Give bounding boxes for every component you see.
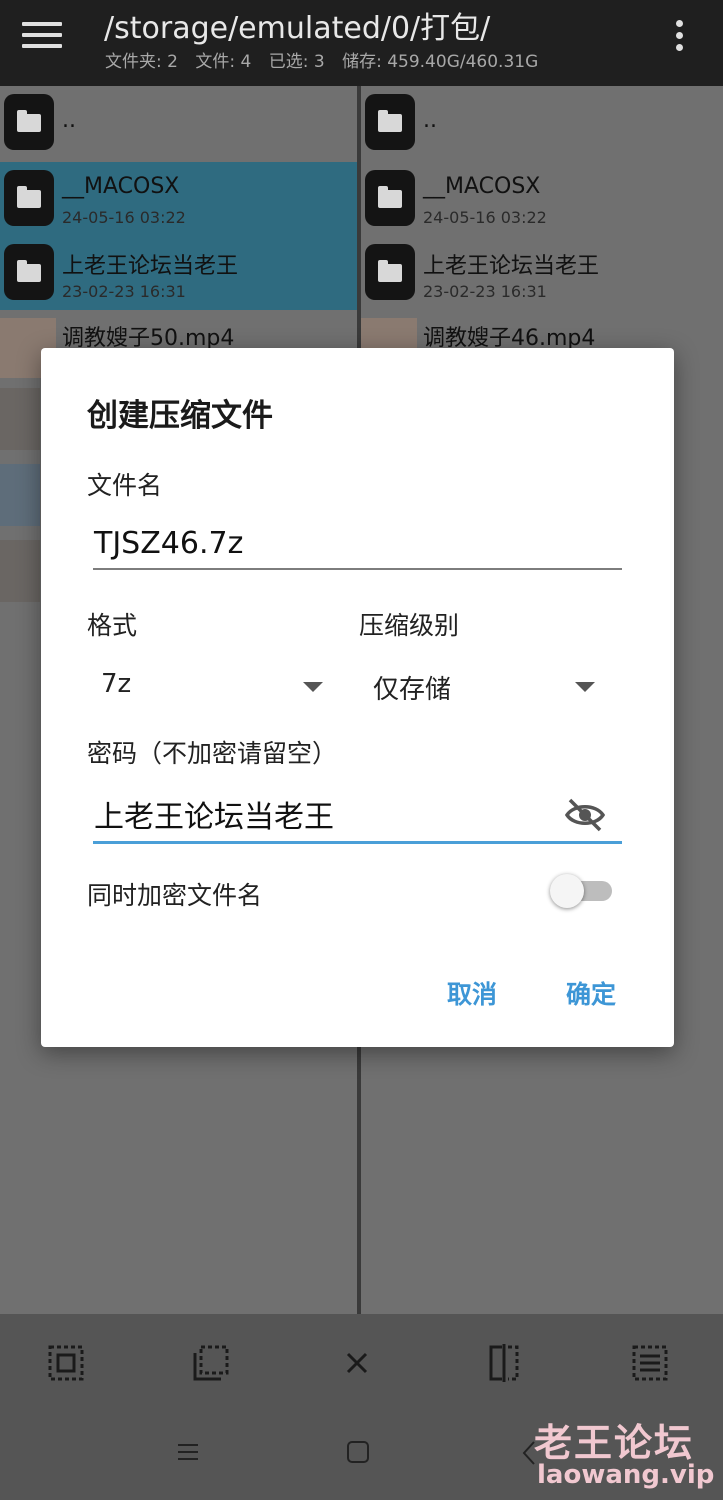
cancel-button[interactable]: 取消	[447, 975, 497, 1011]
folder-icon	[365, 244, 415, 300]
item-name: 上老王论坛当老王	[423, 254, 600, 279]
encrypt-filenames-label: 同时加密文件名	[87, 881, 263, 910]
visibility-off-icon[interactable]	[564, 795, 606, 835]
item-date: 23-02-23 16:31	[423, 282, 547, 301]
chevron-down-icon	[303, 682, 323, 692]
select-list-icon[interactable]	[631, 1344, 669, 1382]
video-thumbnail	[0, 388, 40, 450]
bottom-toolbar	[0, 1314, 723, 1410]
item-name: ..	[62, 108, 76, 133]
invert-selection-icon[interactable]	[485, 1344, 523, 1382]
list-item-parent[interactable]: ..	[361, 86, 723, 160]
folder-icon	[365, 170, 415, 226]
more-options-icon[interactable]	[671, 20, 687, 54]
password-label: 密码（不加密请留空）	[87, 739, 338, 768]
compression-level-dropdown[interactable]: 仅存储	[359, 660, 609, 710]
file-count: 文件: 4	[195, 52, 252, 72]
chevron-down-icon	[575, 682, 595, 692]
item-name: __MACOSX	[62, 174, 180, 199]
folder-icon	[4, 94, 54, 150]
recents-icon[interactable]	[176, 1440, 200, 1471]
list-item[interactable]: __MACOSX 24-05-16 03:22	[0, 162, 357, 236]
folder-icon	[4, 244, 54, 300]
storage-info: 文件夹: 2 文件: 4 已选: 3 储存: 459.40G/460.31G	[105, 47, 550, 72]
item-date: 24-05-16 03:22	[423, 208, 547, 227]
watermark-title: 老王论坛	[534, 1421, 695, 1465]
current-path[interactable]: /storage/emulated/0/打包/	[104, 3, 490, 47]
selected-count: 已选: 3	[268, 52, 325, 72]
format-value: 7z	[101, 669, 132, 699]
filename-label: 文件名	[87, 471, 163, 500]
close-icon[interactable]	[338, 1344, 376, 1382]
format-label: 格式	[87, 611, 138, 640]
list-item[interactable]: 上老王论坛当老王 23-02-23 16:31	[361, 236, 723, 310]
folder-count: 文件夹: 2	[105, 52, 178, 72]
encrypt-filenames-toggle[interactable]	[550, 874, 612, 910]
ok-button[interactable]: 确定	[566, 975, 616, 1011]
select-all-icon[interactable]	[47, 1344, 85, 1382]
list-item-parent[interactable]: ..	[0, 86, 357, 160]
format-dropdown[interactable]: 7z	[87, 660, 337, 710]
create-archive-dialog: 创建压缩文件 文件名 TJSZ46.7z 格式 压缩级别 7z 仅存储 密码（不…	[41, 348, 674, 1047]
item-name: 上老王论坛当老王	[62, 254, 239, 279]
folder-icon	[4, 170, 54, 226]
menu-icon[interactable]	[22, 22, 62, 52]
item-name: ..	[423, 108, 437, 133]
select-range-icon[interactable]	[192, 1344, 230, 1382]
storage-usage: 储存: 459.40G/460.31G	[342, 52, 539, 72]
item-date: 23-02-23 16:31	[62, 282, 186, 301]
home-icon[interactable]	[346, 1440, 370, 1471]
folder-icon	[365, 94, 415, 150]
app-bar: /storage/emulated/0/打包/ 文件夹: 2 文件: 4 已选:…	[0, 0, 723, 86]
watermark-url: laowang.vip	[537, 1460, 715, 1490]
password-field[interactable]: 上老王论坛当老王	[93, 792, 622, 844]
list-item[interactable]: __MACOSX 24-05-16 03:22	[361, 162, 723, 236]
filename-field[interactable]: TJSZ46.7z	[93, 526, 622, 570]
video-thumbnail	[0, 540, 40, 602]
list-item[interactable]: 上老王论坛当老王 23-02-23 16:31	[0, 236, 357, 310]
item-date: 24-05-16 03:22	[62, 208, 186, 227]
video-thumbnail	[0, 464, 40, 526]
dialog-title: 创建压缩文件	[87, 398, 273, 434]
compression-level-label: 压缩级别	[359, 611, 460, 640]
item-name: __MACOSX	[423, 174, 541, 199]
compression-level-value: 仅存储	[373, 675, 452, 705]
